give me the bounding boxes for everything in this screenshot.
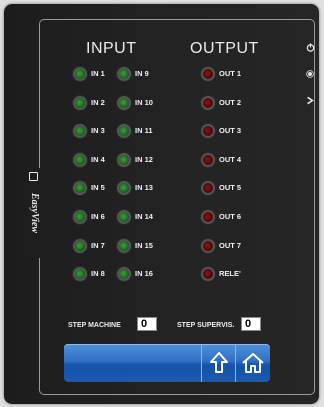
input-left-led-6 (73, 210, 87, 224)
output-label-6: OUT 6 (219, 212, 242, 221)
input-left-led-2 (73, 95, 87, 110)
output-label-2: OUT 2 (219, 97, 242, 107)
input-left-label-7: IN 7 (91, 240, 105, 250)
power-icon[interactable] (305, 43, 315, 54)
output-led-4 (201, 152, 215, 167)
output-label-3: OUT 3 (219, 126, 242, 136)
step-supervis-label: STEP SUPERVIS. (177, 322, 235, 329)
input-right-label-5: IN 13 (135, 183, 153, 193)
output-label-5: OUT 5 (219, 183, 242, 193)
easyview-logo: EasyView (27, 168, 41, 258)
input-left-label-4: IN 4 (91, 154, 105, 164)
input-left-label-5: IN 5 (91, 183, 105, 193)
input-right-label-3: IN 11 (135, 126, 153, 136)
input-left-label-2: IN 2 (91, 97, 105, 107)
input-right-label-1: IN 9 (135, 69, 149, 78)
input-right-label-7: IN 15 (135, 240, 153, 250)
input-right-led-4 (117, 152, 131, 167)
output-label-4: OUT 4 (219, 154, 242, 164)
brightness-icon[interactable] (305, 70, 315, 80)
input-right-label-2: IN 10 (135, 97, 153, 107)
input-left-led-4 (73, 152, 87, 167)
logo-text: EasyView (29, 192, 40, 233)
input-left-label-3: IN 3 (91, 126, 105, 136)
input-right-led-6 (117, 210, 131, 224)
input-left-label-1: IN 1 (91, 69, 105, 78)
input-header: INPUT (86, 40, 137, 57)
output-label-1: OUT 1 (219, 69, 242, 78)
step-supervis-field[interactable]: 0 (241, 317, 261, 331)
output-led-1 (201, 67, 215, 81)
input-right-led-7 (117, 238, 131, 253)
output-header: OUTPUT (190, 40, 259, 57)
step-machine-field[interactable]: 0 (137, 317, 157, 331)
input-right-led-1 (117, 67, 131, 81)
input-left-led-1 (73, 67, 87, 81)
input-left-led-7 (73, 238, 87, 253)
output-label-7: OUT 7 (219, 240, 242, 250)
input-right-label-6: IN 14 (135, 212, 153, 221)
output-led-2 (201, 95, 215, 110)
step-machine-label: STEP MACHINE (68, 322, 121, 329)
home-button[interactable] (235, 344, 270, 382)
up-button[interactable] (201, 344, 235, 382)
input-right-led-2 (117, 95, 131, 110)
input-right-label-8: IN 16 (135, 269, 153, 279)
home-icon (242, 353, 264, 373)
input-left-label-8: IN 8 (91, 269, 105, 279)
up-arrow-icon (209, 352, 228, 373)
output-label-8: RELE' (219, 269, 241, 279)
output-led-7 (201, 238, 215, 253)
next-icon[interactable] (305, 96, 315, 107)
input-right-label-4: IN 12 (135, 154, 153, 164)
input-left-label-6: IN 6 (91, 212, 105, 221)
output-led-6 (201, 210, 215, 224)
